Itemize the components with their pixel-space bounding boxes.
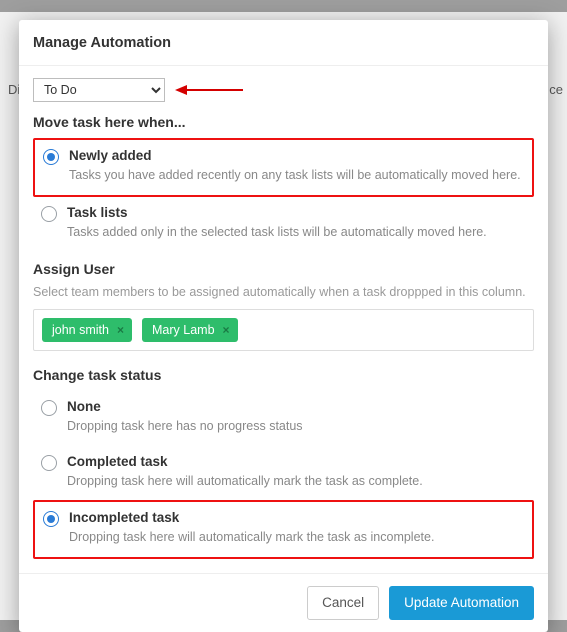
move-radio-group: Newly added Tasks you have added recently… [33,138,534,251]
move-texts-0: Newly added Tasks you have added recently… [69,148,524,185]
move-label-1: Task lists [67,205,526,220]
update-automation-button[interactable]: Update Automation [389,586,534,620]
move-desc-1: Tasks added only in the selected task li… [67,224,526,242]
move-label-0: Newly added [69,148,524,163]
column-select[interactable]: To Do [33,78,165,102]
status-label-2: Incompleted task [69,510,524,525]
dropdown-row: To Do [33,78,534,102]
status-texts-2: Incompleted task Dropping task here will … [69,510,524,547]
bg-text-right: ce [549,82,563,97]
status-label-1: Completed task [67,454,526,469]
manage-automation-modal: Manage Automation To Do Move task here w… [19,20,548,632]
assign-tag-0: john smith × [42,318,132,342]
status-radio-group: None Dropping task here has no progress s… [33,391,534,559]
arrow-left-icon [175,83,245,97]
status-radio-0[interactable] [41,400,57,416]
modal-title: Manage Automation [19,20,548,66]
status-radio-2[interactable] [43,511,59,527]
move-radio-1[interactable] [41,206,57,222]
assign-section-desc: Select team members to be assigned autom… [33,285,534,299]
move-option-1[interactable]: Task lists Tasks added only in the select… [33,197,534,252]
move-texts-1: Task lists Tasks added only in the select… [67,205,526,242]
status-option-0[interactable]: None Dropping task here has no progress s… [33,391,534,446]
status-desc-0: Dropping task here has no progress statu… [67,418,526,436]
assign-section-heading: Assign User [33,261,534,277]
status-radio-1[interactable] [41,455,57,471]
status-desc-1: Dropping task here will automatically ma… [67,473,526,491]
assign-tag-1: Mary Lamb × [142,318,238,342]
status-texts-1: Completed task Dropping task here will au… [67,454,526,491]
move-section-heading: Move task here when... [33,114,534,130]
modal-footer: Cancel Update Automation [19,573,548,632]
move-desc-0: Tasks you have added recently on any tas… [69,167,524,185]
status-texts-0: None Dropping task here has no progress s… [67,399,526,436]
status-section-heading: Change task status [33,367,534,383]
cancel-button[interactable]: Cancel [307,586,379,620]
assign-user-input[interactable]: john smith × Mary Lamb × [33,309,534,351]
assign-tag-label-1: Mary Lamb [152,323,215,337]
move-radio-0[interactable] [43,149,59,165]
move-option-0[interactable]: Newly added Tasks you have added recently… [33,138,534,197]
status-label-0: None [67,399,526,414]
assign-tag-remove-1[interactable]: × [223,323,230,337]
status-option-1[interactable]: Completed task Dropping task here will au… [33,446,534,501]
status-desc-2: Dropping task here will automatically ma… [69,529,524,547]
status-option-2[interactable]: Incompleted task Dropping task here will … [33,500,534,559]
assign-tag-remove-0[interactable]: × [117,323,124,337]
modal-body: To Do Move task here when... Newly added… [19,66,548,573]
assign-tag-label-0: john smith [52,323,109,337]
